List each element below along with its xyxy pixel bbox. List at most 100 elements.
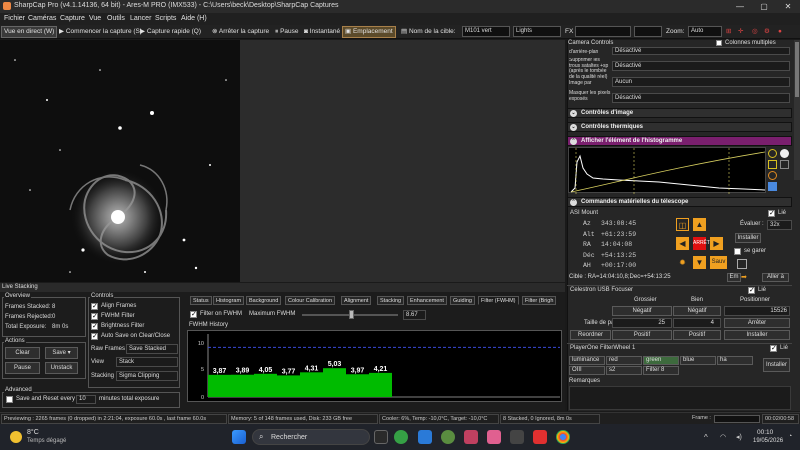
start-capture-button[interactable]: ▶ Commencer la capture (S) bbox=[57, 26, 144, 38]
histogram-channel-icon[interactable] bbox=[780, 160, 789, 169]
save-position-button[interactable]: Sauv bbox=[710, 256, 727, 269]
save-button[interactable]: Save ▾ bbox=[45, 347, 78, 359]
mount-install-button[interactable]: Installer bbox=[735, 233, 761, 243]
fine-positive-button[interactable]: Positif bbox=[673, 330, 721, 340]
brightness-filter-checkbox[interactable] bbox=[91, 322, 98, 330]
snapshot-button[interactable]: ◙ Instantané bbox=[302, 26, 342, 38]
fine-negative-button[interactable]: Négatif bbox=[673, 306, 721, 316]
pause-button[interactable]: ⏸ Pause bbox=[273, 26, 301, 38]
app-icon-3[interactable] bbox=[441, 430, 455, 444]
wifi-icon[interactable]: ◠ bbox=[720, 433, 726, 441]
filter-luminance-button[interactable]: luminance bbox=[569, 356, 605, 365]
filter-oiii-button[interactable]: OIII bbox=[569, 366, 605, 375]
focuser-install-button[interactable]: Installer bbox=[724, 330, 790, 340]
tray-arrow-icon[interactable]: ^ bbox=[704, 433, 708, 442]
remarks-textarea[interactable] bbox=[569, 386, 791, 410]
frame-slider[interactable] bbox=[714, 415, 760, 423]
pause-stack-button[interactable]: Pause bbox=[5, 362, 40, 374]
app-icon-7[interactable] bbox=[533, 430, 547, 444]
arrow-right-icon[interactable]: ➡ bbox=[741, 273, 749, 282]
south-arrow-button[interactable]: ▼ bbox=[693, 256, 706, 269]
tab-guiding[interactable]: Guiding bbox=[450, 296, 475, 305]
task-view-icon[interactable] bbox=[374, 430, 388, 444]
right-panel-scroll-thumb[interactable] bbox=[795, 42, 799, 97]
tab-background[interactable]: Background bbox=[246, 296, 282, 305]
fx-select[interactable] bbox=[575, 26, 631, 37]
telescope-section[interactable]: ⌃ Commandes matérielles du télescope bbox=[567, 197, 792, 207]
tracking-icon[interactable]: ◫ bbox=[676, 218, 689, 231]
clear-button[interactable]: Clear bbox=[5, 347, 40, 359]
image-viewer[interactable] bbox=[0, 40, 240, 282]
align-frames-checkbox[interactable] bbox=[91, 302, 98, 310]
histogram-reset-icon[interactable] bbox=[768, 171, 777, 180]
coarse-positive-button[interactable]: Positif bbox=[612, 330, 672, 340]
search-box[interactable]: ⌕ Rechercher bbox=[252, 429, 370, 445]
filterwheel-linked-checkbox[interactable] bbox=[770, 344, 777, 352]
coarse-step-input[interactable]: 25 bbox=[612, 318, 672, 328]
target-name-select[interactable]: M101 vert bbox=[462, 26, 510, 37]
menu-help[interactable]: Aide (H) bbox=[181, 15, 207, 22]
menu-tools[interactable]: Outils bbox=[107, 15, 125, 22]
live-view-button[interactable]: Vue en direct (W) bbox=[1, 26, 58, 38]
weather-icon[interactable] bbox=[10, 431, 22, 443]
north-arrow-button[interactable]: ▲ bbox=[693, 218, 706, 231]
histogram-contrast-icon[interactable] bbox=[780, 149, 789, 158]
hot-pixel-select[interactable]: Désactivé bbox=[612, 61, 790, 71]
auto-save-checkbox[interactable] bbox=[91, 332, 98, 340]
zoom-select[interactable]: Auto bbox=[688, 26, 722, 37]
speed-select[interactable]: 32x bbox=[767, 220, 792, 230]
menu-scripts[interactable]: Scripts bbox=[155, 15, 176, 22]
park-checkbox[interactable] bbox=[734, 248, 741, 255]
position-input[interactable]: 15526 bbox=[724, 306, 790, 316]
stacking-select[interactable]: Sigma Clipping bbox=[116, 371, 178, 381]
raw-frames-select[interactable]: Save Stacked bbox=[126, 344, 178, 354]
em-button[interactable]: Em bbox=[727, 273, 741, 282]
coarse-negative-button[interactable]: Négatif bbox=[612, 306, 672, 316]
histogram-save-icon[interactable] bbox=[768, 182, 777, 191]
fx-secondary-select[interactable] bbox=[634, 26, 662, 37]
view-select[interactable]: Stack bbox=[116, 357, 178, 367]
image-controls-section[interactable]: ⌄ Contrôles d'image bbox=[567, 108, 792, 118]
menu-launch[interactable]: Lancer bbox=[130, 15, 151, 22]
frame-type-select[interactable]: Lights bbox=[513, 26, 561, 37]
multi-columns-checkbox[interactable] bbox=[716, 40, 722, 46]
tab-stacking[interactable]: Stacking bbox=[377, 296, 405, 305]
filter-red-button[interactable]: red bbox=[606, 356, 642, 365]
app-icon-4[interactable] bbox=[464, 430, 478, 444]
maximize-button[interactable]: ▢ bbox=[752, 0, 776, 13]
unstack-button[interactable]: Unstack bbox=[45, 362, 78, 374]
grid-icon[interactable]: ⊞ bbox=[724, 26, 733, 38]
save-reset-minutes-input[interactable]: 10 bbox=[76, 395, 96, 404]
menu-cameras[interactable]: Caméras bbox=[28, 15, 56, 22]
max-fwhm-slider-thumb[interactable] bbox=[349, 310, 354, 319]
tab-alignment[interactable]: Alignment bbox=[341, 296, 372, 305]
chrome-icon[interactable] bbox=[556, 430, 570, 444]
reorder-button[interactable]: Reordner bbox=[570, 330, 611, 340]
tab-status[interactable]: Status bbox=[190, 296, 212, 305]
histogram-log-icon[interactable] bbox=[768, 160, 777, 169]
menu-view[interactable]: Vue bbox=[89, 15, 101, 22]
goto-button[interactable]: Aller à bbox=[762, 273, 789, 282]
histogram-view[interactable] bbox=[568, 147, 766, 194]
capture-dot-icon[interactable]: ● bbox=[776, 26, 784, 38]
fine-step-input[interactable]: 4 bbox=[673, 318, 721, 328]
filter-ha-button[interactable]: ha bbox=[717, 356, 753, 365]
mount-linked-checkbox[interactable] bbox=[768, 209, 775, 217]
thermal-controls-section[interactable]: ⌄ Contrôles thermiques bbox=[567, 122, 792, 132]
focuser-stop-button[interactable]: Arrêter bbox=[724, 318, 790, 328]
tab-histogram[interactable]: Histogram bbox=[213, 296, 245, 305]
histogram-section[interactable]: ⌃ Afficher l'élément de l'histogramme bbox=[567, 136, 792, 146]
background-select[interactable]: Désactivé bbox=[612, 47, 790, 55]
target-circle-icon[interactable]: ◎ bbox=[750, 26, 760, 38]
menu-capture[interactable]: Capture bbox=[60, 15, 85, 22]
filter-blue-button[interactable]: blue bbox=[680, 356, 716, 365]
focuser-linked-checkbox[interactable] bbox=[748, 286, 755, 294]
filter-green-button[interactable]: green bbox=[643, 356, 679, 365]
stars-icon[interactable] bbox=[737, 259, 747, 269]
minimize-button[interactable]: — bbox=[728, 0, 752, 13]
stop-capture-button[interactable]: ⊗ Arrêter la capture bbox=[210, 26, 271, 38]
tab-colour-calibration[interactable]: Colour Calibration bbox=[285, 296, 336, 305]
stop-mount-button[interactable]: ARRÊT bbox=[693, 237, 710, 250]
west-arrow-button[interactable]: ◀ bbox=[676, 237, 689, 250]
tab-filter-brightness[interactable]: Filter (Brigh bbox=[522, 296, 557, 305]
